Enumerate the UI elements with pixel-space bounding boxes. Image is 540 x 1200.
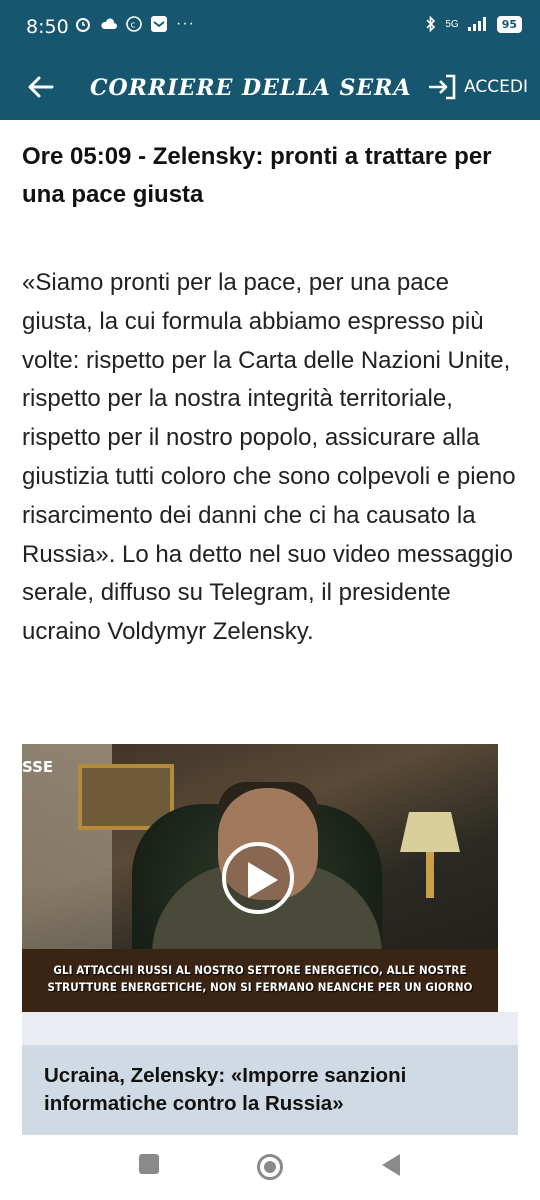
status-right-icons: 5G 95 [425, 15, 522, 33]
article-body: «Siamo pronti per la pace, per una pace … [22, 269, 516, 646]
copyright-app-icon: c [126, 16, 142, 32]
video-player[interactable]: SSE GLI ATTACCHI RUSSI AL NOSTRO SETTORE… [22, 744, 498, 1012]
recent-apps-icon[interactable] [138, 1153, 160, 1175]
back-arrow-icon[interactable] [24, 70, 58, 104]
play-button[interactable] [222, 842, 294, 914]
play-icon [248, 862, 278, 898]
article-title: Ore 05:09 - Zelensky: pronti a trattare … [22, 143, 492, 208]
mail-app-icon [151, 16, 167, 32]
related-separator [22, 1012, 518, 1045]
video-lamp [400, 812, 460, 852]
video-lamp-base [426, 852, 434, 898]
status-bar: 8:50 c ··· 5G 95 [0, 0, 540, 56]
network-type: 5G [445, 18, 459, 30]
more-notifications-icon: ··· [176, 15, 195, 32]
cloud-icon [101, 18, 117, 29]
site-logo[interactable]: CORRIERE DELLA SERA [90, 68, 412, 108]
home-icon[interactable] [256, 1153, 284, 1181]
status-time: 8:50 [26, 16, 69, 38]
login-icon [429, 74, 456, 100]
bluetooth-icon [426, 15, 436, 33]
alarm-icon [76, 18, 90, 32]
video-caption: GLI ATTACCHI RUSSI AL NOSTRO SETTORE ENE… [47, 963, 473, 994]
battery-icon: 95 [496, 15, 522, 33]
login-button[interactable]: ACCEDI [426, 70, 528, 104]
signal-icon [467, 17, 486, 31]
login-label: ACCEDI [464, 77, 528, 97]
system-nav-bar [0, 1135, 540, 1200]
svg-text:c: c [131, 21, 136, 31]
related-article-title[interactable]: Ucraina, Zelensky: «Imporre sanzioni inf… [44, 1062, 504, 1118]
status-left-icons: c ··· [74, 15, 195, 33]
article: Ore 05:09 - Zelensky: pronti a trattare … [22, 138, 522, 652]
app-header: CORRIERE DELLA SERA ACCEDI [0, 56, 540, 120]
video-channel-tag: SSE [22, 758, 54, 776]
back-nav-icon[interactable] [380, 1153, 402, 1177]
related-article-card[interactable]: Ucraina, Zelensky: «Imporre sanzioni inf… [22, 1045, 518, 1135]
